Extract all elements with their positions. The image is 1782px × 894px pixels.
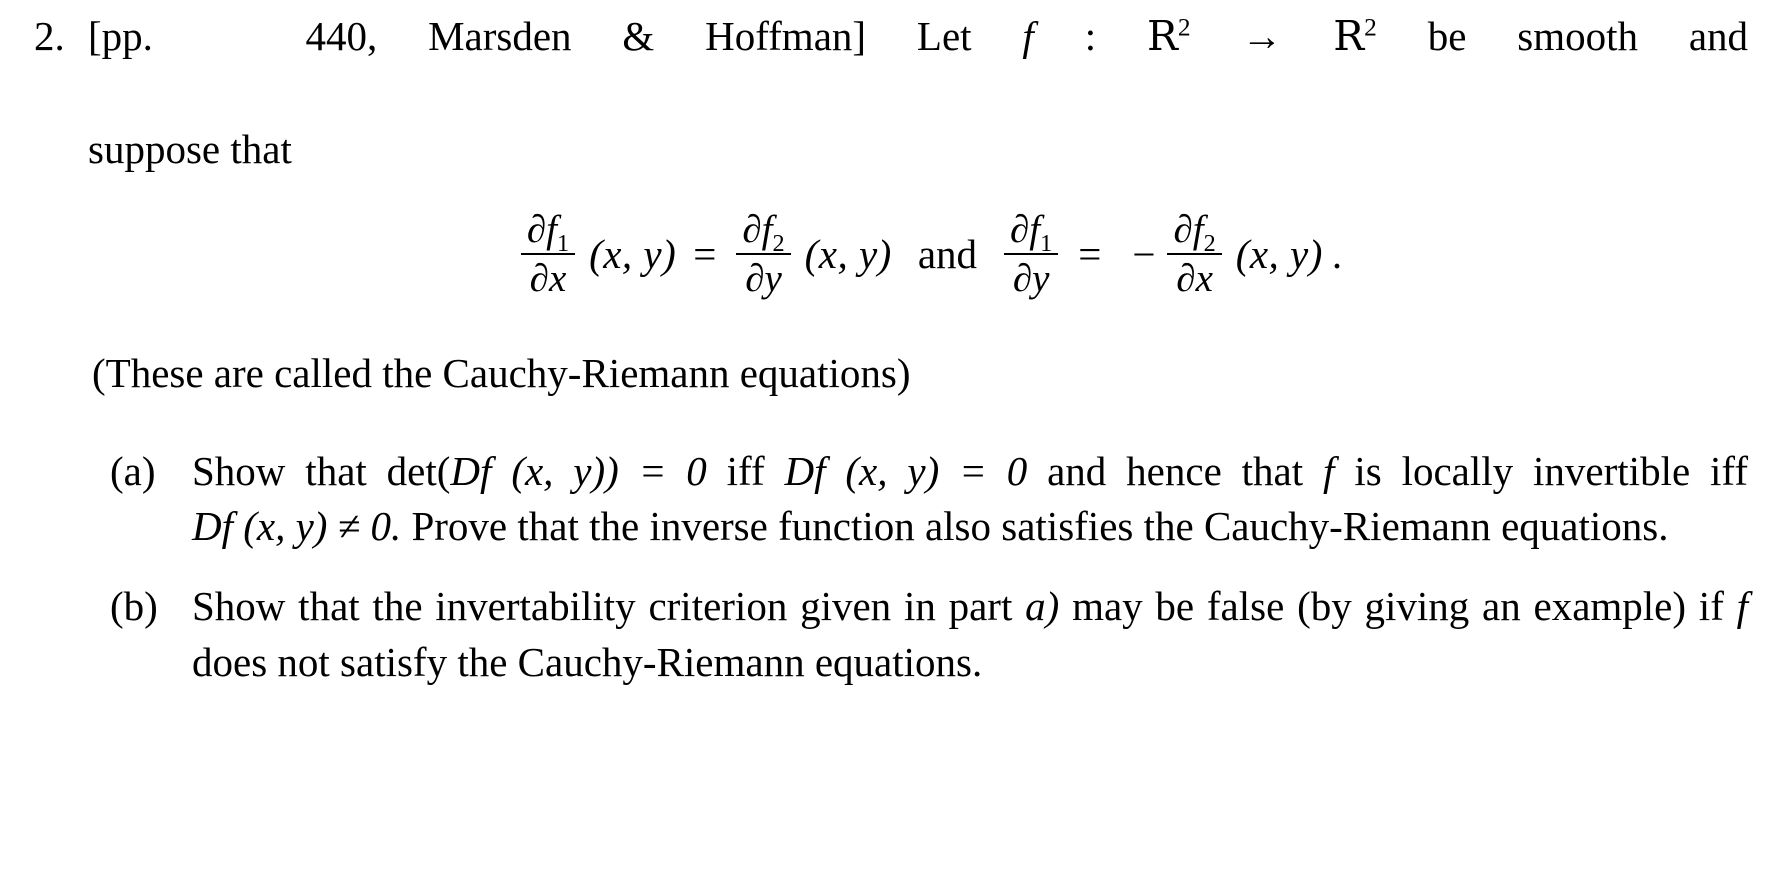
problem-statement-line-2: suppose that <box>88 126 292 173</box>
statement-page: 440, <box>305 13 378 59</box>
statement-let: Let <box>916 13 972 59</box>
statement-prefix: [pp. <box>88 13 153 59</box>
sub-part-a: (a) Show that det(Df (x, y)) = 0 iff Df … <box>110 444 1748 556</box>
sub-part-a-label: (a) <box>110 447 156 494</box>
fraction-numerator: ∂f2 <box>1167 207 1221 255</box>
domain-exponent: 2 <box>1177 13 1191 42</box>
math-f-2: f <box>1736 583 1749 630</box>
fraction-denominator: ∂y <box>1007 255 1056 301</box>
equation-term-rhs2: ∂f2 ∂x (x, y) <box>1164 208 1322 301</box>
argument-xy: (x, y) <box>589 231 677 278</box>
equation-term-lhs2: ∂f1 ∂y <box>1001 208 1061 301</box>
partial-symbol: ∂ <box>745 257 765 301</box>
sub-part-b-text: Show that the invertability criterion gi… <box>192 579 1748 691</box>
seg-b-1: Show that the invertability criterion gi… <box>192 583 1013 630</box>
math-df-3: Df <box>192 503 233 550</box>
equation-conjunction-and: and <box>917 231 978 278</box>
seg-a-3: iff <box>726 447 765 494</box>
minus-sign: − <box>1132 231 1156 278</box>
seg-b-3: does not satisfy the Cauchy-Riemann equa… <box>192 638 983 685</box>
equation-terminator: . <box>1331 231 1343 278</box>
partial-symbol: ∂ <box>1176 257 1196 301</box>
statement-source: Marsden & Hoffman] <box>428 13 867 59</box>
fraction-df1-dy: ∂f1 ∂y <box>1004 207 1059 301</box>
fraction-df2-dx: ∂f2 ∂x <box>1167 207 1222 301</box>
cauchy-riemann-note: (These are called the Cauchy-Riemann equ… <box>92 350 911 397</box>
arrow-icon: → <box>1241 13 1283 59</box>
domain-symbol: R <box>1146 12 1178 60</box>
seg-a-4: (x, y) = 0 <box>845 447 1028 494</box>
problem-item-2: 2. [pp. 440, Marsden & Hoffman] Let f : … <box>26 8 1748 691</box>
equals-sign-2: = <box>1078 231 1102 278</box>
codomain-symbol: R <box>1333 12 1365 60</box>
function-f: f <box>761 207 773 251</box>
equals-sign-1: = <box>693 231 717 278</box>
seg-a-2: (x, y)) = 0 <box>511 447 707 494</box>
function-f: f <box>1192 207 1204 251</box>
colon-symbol: : <box>1084 13 1097 59</box>
math-df-1: Df <box>450 447 492 494</box>
partial-symbol: ∂ <box>529 257 549 301</box>
seg-a-8: Prove that the inverse function also sat… <box>411 503 1669 550</box>
equation-term-lhs1: ∂f1 ∂x (x, y) <box>518 208 676 301</box>
fraction-df1-dx: ∂f1 ∂x <box>520 207 576 301</box>
codomain-exponent: 2 <box>1364 13 1377 42</box>
argument-xy: (x, y) <box>1235 231 1323 278</box>
fraction-numerator: ∂f1 <box>1004 207 1058 255</box>
partial-symbol: ∂ <box>1173 207 1193 251</box>
math-f-1: f <box>1323 447 1335 494</box>
variable: x <box>548 257 567 301</box>
partial-symbol: ∂ <box>1012 257 1033 301</box>
problem-number: 2. <box>34 13 65 59</box>
sub-part-b-label: (b) <box>110 583 158 630</box>
statement-tail: be smooth and <box>1427 13 1749 59</box>
seg-a-7: (x, y) ≠ 0. <box>243 503 402 550</box>
partial-symbol: ∂ <box>742 207 762 251</box>
function-symbol: f <box>1022 13 1034 59</box>
fraction-numerator: ∂f1 <box>521 207 575 255</box>
argument-xy: (x, y) <box>804 231 892 278</box>
seg-a-5: and hence that <box>1047 447 1304 494</box>
sub-parts-list: (a) Show that det(Df (x, y)) = 0 iff Df … <box>88 444 1748 691</box>
variable: y <box>1032 257 1050 301</box>
function-f: f <box>1029 207 1041 251</box>
function-f: f <box>546 207 557 251</box>
sub-part-a-text: Show that det(Df (x, y)) = 0 iff Df (x, … <box>192 444 1748 556</box>
math-df-2: Df <box>784 447 826 494</box>
fraction-denominator: ∂x <box>1170 255 1219 301</box>
display-equation-cauchy-riemann: ∂f1 ∂x (x, y) = ∂f2 ∂y (x, y) and ∂f1 ∂y… <box>88 208 1748 301</box>
seg-a-1: Show that det( <box>192 447 451 494</box>
math-a-ref: a) <box>1025 583 1060 630</box>
partial-symbol: ∂ <box>1010 207 1030 251</box>
sub-part-b: (b) Show that the invertability criterio… <box>110 579 1748 691</box>
equation-term-rhs1: ∂f2 ∂y (x, y) <box>733 208 891 301</box>
fraction-df2-dy: ∂f2 ∂y <box>736 207 791 301</box>
fraction-denominator: ∂y <box>739 255 788 301</box>
fraction-numerator: ∂f2 <box>736 207 790 255</box>
fraction-denominator: ∂x <box>524 255 573 301</box>
problem-statement-line-1: [pp. 440, Marsden & Hoffman] Let f : R2 … <box>88 8 1748 121</box>
variable: y <box>764 257 782 301</box>
variable: x <box>1195 257 1213 301</box>
seg-a-6: is locally invertible iff <box>1354 447 1748 494</box>
document-page: 2. [pp. 440, Marsden & Hoffman] Let f : … <box>0 0 1782 894</box>
seg-b-2: may be false (by giving an example) if <box>1072 583 1724 630</box>
problem-body: [pp. 440, Marsden & Hoffman] Let f : R2 … <box>88 8 1748 691</box>
partial-symbol: ∂ <box>526 207 547 251</box>
